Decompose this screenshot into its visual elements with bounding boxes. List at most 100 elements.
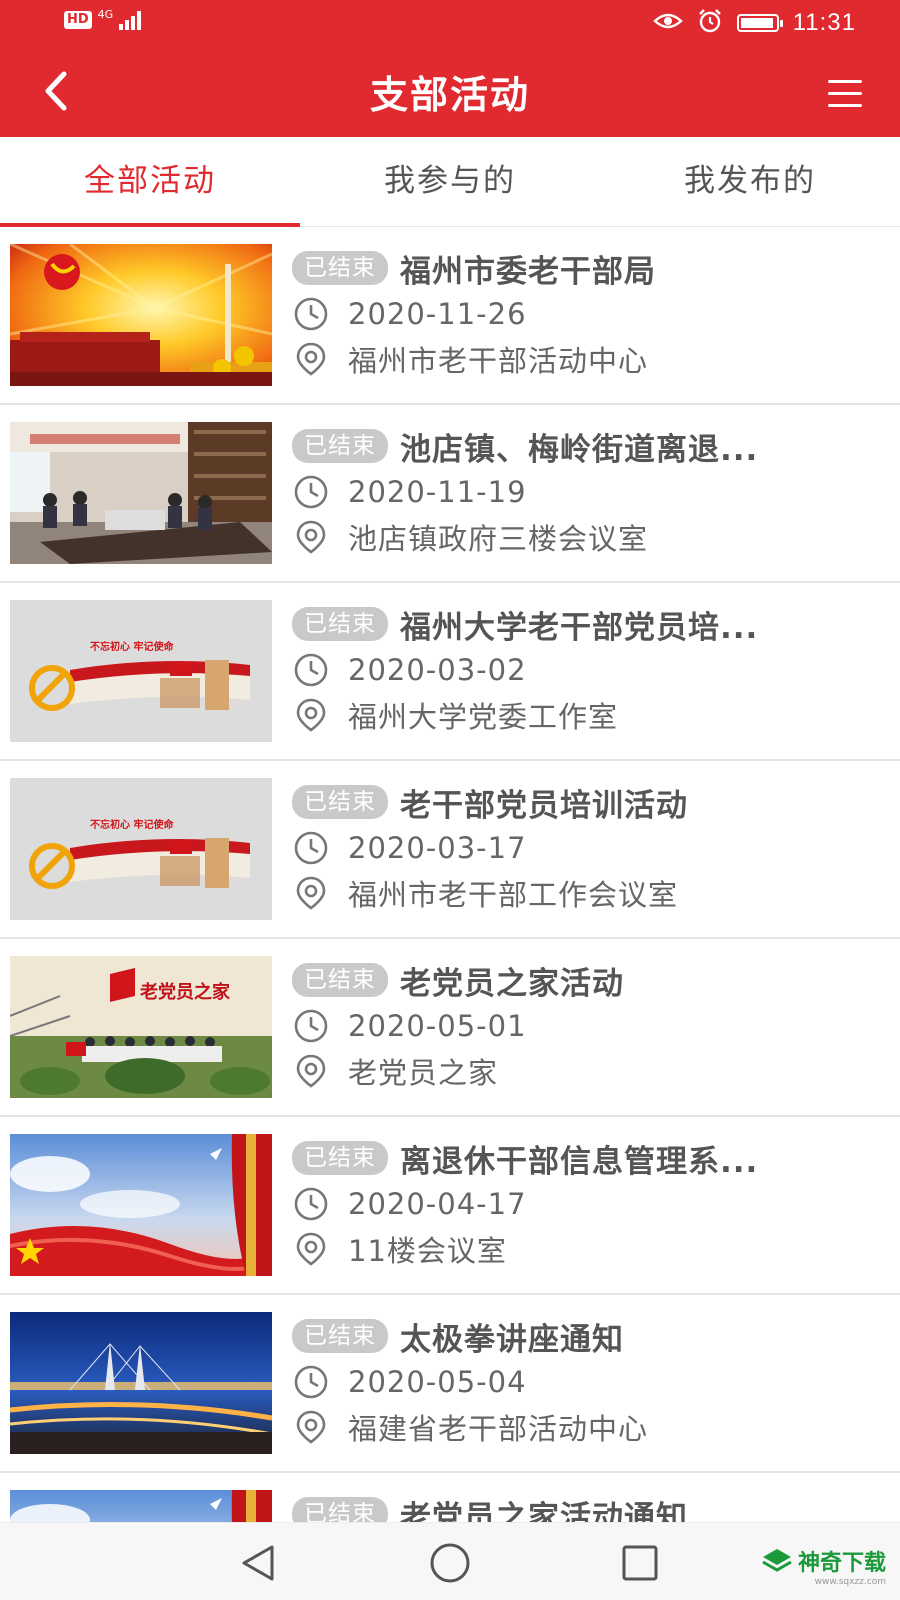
app-header: HD 4G 11:31 支部活动 [0, 0, 900, 137]
activity-title: 福州市委老干部局 [400, 253, 656, 290]
tab-published[interactable]: 我发布的 [600, 137, 900, 226]
activity-item[interactable]: 不忘初心 牢记使命 已结束 老干部党员培训活动 2020-03-17 福州市老干… [0, 761, 900, 939]
status-badge: 已结束 [292, 963, 388, 997]
activity-info: 已结束 离退休干部信息管理系... 2020-04-17 11楼会议室 [292, 1135, 860, 1271]
activity-location: 福州大学党委工作室 [348, 699, 619, 734]
network-type: 4G [97, 7, 114, 21]
hd-indicator: HD [64, 11, 92, 29]
activity-item[interactable]: 已结束 离退休干部信息管理系... 2020-04-17 11楼会议室 [0, 1117, 900, 1295]
watermark-logo-icon [762, 1549, 792, 1572]
activity-thumbnail [10, 422, 272, 564]
square-recents-icon [622, 1545, 658, 1581]
activity-item[interactable]: 老党员之家 已结束 老党员之家活动 2020-05-01 老党员之家 [0, 939, 900, 1117]
status-badge: 已结束 [292, 251, 388, 285]
system-nav-bar: 神奇下载 www.sqxzz.com [0, 1522, 900, 1600]
status-badge: 已结束 [292, 429, 388, 463]
status-right: 11:31 [652, 8, 856, 38]
activity-thumbnail: 老党员之家 [10, 956, 272, 1098]
tab-all-activities[interactable]: 全部活动 [0, 137, 300, 227]
clock-icon [292, 1363, 330, 1401]
activity-info: 已结束 老党员之家活动通知 [292, 1491, 860, 1522]
clock-icon [292, 1185, 330, 1223]
activity-title: 池店镇、梅岭街道离退... [400, 431, 759, 468]
activity-date: 2020-11-19 [348, 474, 527, 509]
activity-date: 2020-04-17 [348, 1186, 527, 1221]
activity-location: 福州市老干部工作会议室 [348, 877, 679, 912]
battery-icon [736, 14, 783, 32]
activity-item[interactable]: 已结束 老党员之家活动通知 [0, 1473, 900, 1522]
activity-date: 2020-05-04 [348, 1364, 527, 1399]
alarm-icon [697, 8, 723, 38]
image-caption: 老党员之家 [140, 981, 231, 1003]
activity-title: 老干部党员培训活动 [400, 787, 688, 824]
activity-location: 福建省老干部活动中心 [348, 1411, 649, 1446]
activity-date: 2020-11-26 [348, 296, 527, 331]
status-badge: 已结束 [292, 1141, 388, 1175]
location-pin-icon [292, 1408, 330, 1446]
menu-button[interactable] [820, 68, 870, 118]
activity-location: 11楼会议室 [348, 1233, 507, 1268]
hamburger-menu-icon [828, 79, 862, 83]
activity-info: 已结束 福州大学老干部党员培... 2020-03-02 福州大学党委工作室 [292, 601, 860, 737]
eye-icon [652, 11, 683, 35]
watermark: 神奇下载 [762, 1545, 886, 1577]
clock-icon [292, 295, 330, 333]
tab-joined[interactable]: 我参与的 [300, 137, 600, 226]
triangle-back-icon [242, 1545, 274, 1581]
watermark-url: www.sqxzz.com [814, 1577, 886, 1587]
activity-title: 离退休干部信息管理系... [400, 1143, 759, 1180]
clock-icon [292, 1007, 330, 1045]
status-badge: 已结束 [292, 1497, 388, 1522]
activity-thumbnail [10, 244, 272, 386]
signal-icon [119, 10, 142, 30]
activity-location: 池店镇政府三楼会议室 [348, 521, 649, 556]
activity-location: 老党员之家 [348, 1055, 499, 1090]
status-badge: 已结束 [292, 785, 388, 819]
activity-thumbnail [10, 1134, 272, 1276]
activity-date: 2020-03-02 [348, 652, 527, 687]
image-caption: 不忘初心 牢记使命 [90, 640, 174, 653]
activity-info: 已结束 池店镇、梅岭街道离退... 2020-11-19 池店镇政府三楼会议室 [292, 423, 860, 559]
activity-title: 老党员之家活动 [400, 965, 624, 1002]
watermark-text: 神奇下载 [797, 1551, 886, 1576]
image-caption: 不忘初心 牢记使命 [90, 818, 174, 831]
location-pin-icon [292, 1230, 330, 1268]
activity-item[interactable]: 已结束 福州市委老干部局 2020-11-26 福州市老干部活动中心 [0, 227, 900, 405]
status-left: HD 4G [64, 7, 142, 30]
activity-info: 已结束 老干部党员培训活动 2020-03-17 福州市老干部工作会议室 [292, 779, 860, 915]
status-time: 11:31 [792, 9, 856, 36]
activity-item[interactable]: 已结束 池店镇、梅岭街道离退... 2020-11-19 池店镇政府三楼会议室 [0, 405, 900, 583]
nav-recents-button[interactable] [618, 1541, 662, 1585]
clock-icon [292, 829, 330, 867]
activity-info: 已结束 太极拳讲座通知 2020-05-04 福建省老干部活动中心 [292, 1313, 860, 1449]
status-badge: 已结束 [292, 607, 388, 641]
tab-bar: 全部活动 我参与的 我发布的 [0, 137, 900, 227]
circle-home-icon [430, 1543, 470, 1583]
activity-date: 2020-03-17 [348, 830, 527, 865]
location-pin-icon [292, 874, 330, 912]
activity-thumbnail: 不忘初心 牢记使命 [10, 778, 272, 920]
location-pin-icon [292, 696, 330, 734]
activity-thumbnail [10, 1312, 272, 1454]
activity-title: 老党员之家活动通知 [400, 1499, 688, 1523]
page-title: 支部活动 [369, 73, 530, 117]
location-pin-icon [292, 1052, 330, 1090]
status-bar: HD 4G 11:31 [0, 0, 900, 50]
status-badge: 已结束 [292, 1319, 388, 1353]
activity-thumbnail [10, 1490, 272, 1522]
activity-title: 太极拳讲座通知 [400, 1321, 624, 1358]
activity-thumbnail: 不忘初心 牢记使命 [10, 600, 272, 742]
activity-info: 已结束 福州市委老干部局 2020-11-26 福州市老干部活动中心 [292, 245, 860, 381]
nav-back-button[interactable] [236, 1541, 280, 1585]
activity-list: 已结束 福州市委老干部局 2020-11-26 福州市老干部活动中心 已结束 池… [0, 227, 900, 1522]
activity-item[interactable]: 不忘初心 牢记使命 已结束 福州大学老干部党员培... 2020-03-02 福… [0, 583, 900, 761]
nav-home-button[interactable] [428, 1541, 472, 1585]
clock-icon [292, 651, 330, 689]
activity-location: 福州市老干部活动中心 [348, 343, 649, 378]
activity-item[interactable]: 已结束 太极拳讲座通知 2020-05-04 福建省老干部活动中心 [0, 1295, 900, 1473]
activity-date: 2020-05-01 [348, 1008, 527, 1043]
activity-info: 已结束 老党员之家活动 2020-05-01 老党员之家 [292, 957, 860, 1093]
clock-icon [292, 473, 330, 511]
nav-bar: 支部活动 [0, 50, 900, 137]
location-pin-icon [292, 518, 330, 556]
